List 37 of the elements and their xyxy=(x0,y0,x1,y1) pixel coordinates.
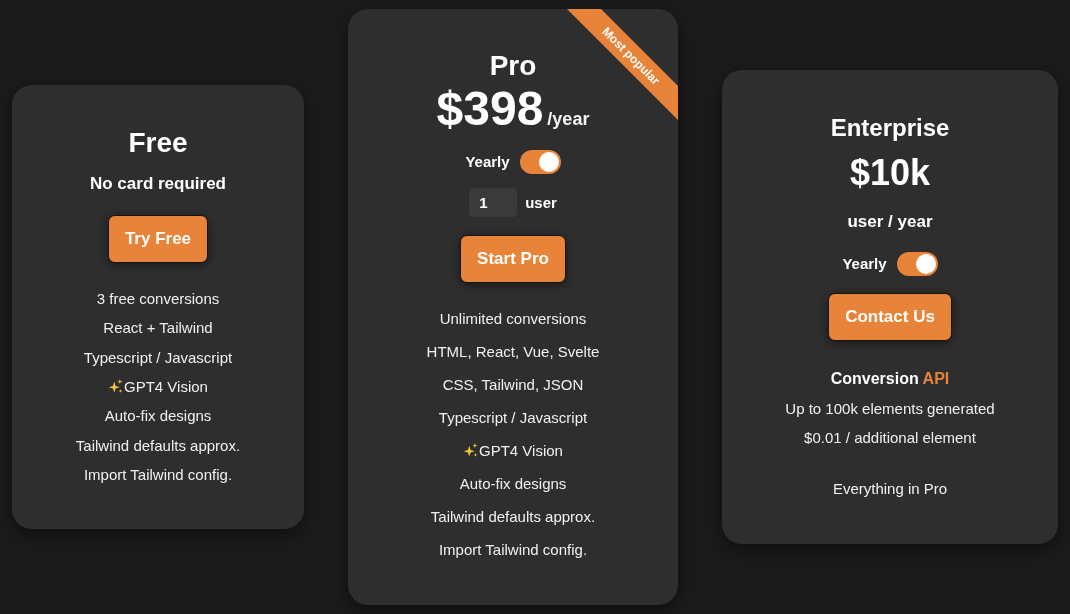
billing-toggle[interactable] xyxy=(519,150,561,174)
plan-subtitle: No card required xyxy=(89,172,226,195)
feature-text: Tailwind defaults approx. xyxy=(430,508,596,525)
billing-label: Yearly xyxy=(465,152,510,172)
seat-unit-label: user xyxy=(525,193,557,213)
feature-text: Import Tailwind config. xyxy=(438,541,588,558)
feature-text: Tailwind defaults approx. xyxy=(75,436,241,454)
plan-price: $10k xyxy=(849,152,931,194)
sparkle-icon xyxy=(108,379,123,394)
feature-text: Up to 100k elements generated xyxy=(785,400,995,417)
feature-text: HTML, React, Vue, Svelte xyxy=(426,343,600,360)
plan-name: Free xyxy=(128,125,188,160)
api-heading: Conversion API xyxy=(830,369,950,389)
plan-name: Enterprise xyxy=(830,113,950,143)
sparkle-icon xyxy=(463,443,478,458)
feature-text: Auto-fix designs xyxy=(104,407,212,425)
note-text: Everything in Pro xyxy=(832,479,948,499)
feature-text: CSS, Tailwind, JSON xyxy=(442,376,584,393)
feature-text: Typescript / Javascript xyxy=(83,348,233,366)
feature-text: 3 free conversions xyxy=(96,289,220,307)
feature-text: React + Tailwind xyxy=(103,319,213,337)
plan-button[interactable]: Contact Us xyxy=(828,293,952,341)
plan-subtitle: user / year xyxy=(847,211,933,233)
billing-toggle[interactable] xyxy=(896,252,938,276)
billing-label: Yearly xyxy=(842,254,887,274)
feature-text: Typescript / Javascript xyxy=(438,409,588,426)
feature-text: GPT4 Vision xyxy=(124,378,208,395)
plan-name: Pro xyxy=(489,49,537,83)
feature-text: $0.01 / additional element xyxy=(804,429,976,446)
plan-price: $398 xyxy=(436,83,544,135)
plan-button[interactable]: Try Free xyxy=(107,214,209,263)
plan-button[interactable]: Start Pro xyxy=(460,235,566,283)
feature-text: GPT4 Vision xyxy=(479,442,563,459)
seat-count-field[interactable]: 1 xyxy=(469,188,518,217)
feature-text: Auto-fix designs xyxy=(459,475,567,492)
feature-text: Import Tailwind config. xyxy=(83,466,233,484)
feature-text: Unlimited conversions xyxy=(439,310,587,327)
